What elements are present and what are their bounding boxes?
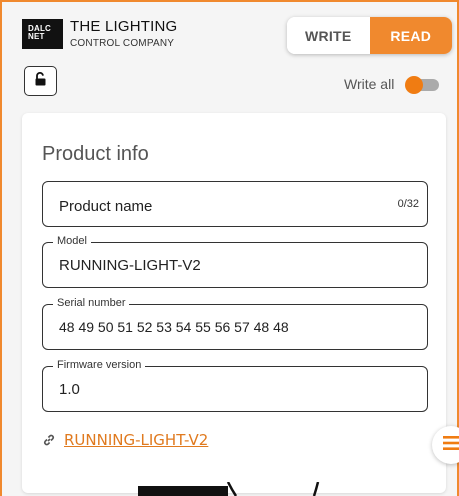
toggle-knob	[405, 76, 423, 94]
mode-switch: WRITE READ	[287, 17, 452, 54]
logo-text-bottom: NET	[28, 32, 45, 41]
link-icon	[42, 433, 56, 447]
write-mode-button[interactable]: WRITE	[287, 17, 370, 54]
menu-icon	[442, 435, 459, 456]
product-info-card: Product info Product name 0/32 Model RUN…	[22, 113, 446, 493]
brand-logo: DALC NET	[22, 19, 63, 49]
write-all-toggle[interactable]	[405, 76, 439, 94]
firmware-version-field[interactable]: Firmware version 1.0	[42, 359, 428, 412]
char-counter: 0/32	[397, 198, 419, 210]
serial-number-field[interactable]: Serial number 48 49 50 51 52 53 54 55 56…	[42, 297, 428, 350]
product-link-text[interactable]: RUNNING-LIGHT-V2	[64, 431, 208, 449]
lock-button[interactable]	[24, 66, 57, 96]
header: DALC NET THE LIGHTING CONTROL COMPANY WR…	[2, 2, 457, 56]
serial-number-value: 48 49 50 51 52 53 54 55 56 57 48 48	[59, 319, 289, 335]
product-name-placeholder: Product name	[59, 198, 153, 215]
brand-name: THE LIGHTING	[70, 18, 178, 35]
unlock-icon	[34, 71, 48, 91]
model-field[interactable]: Model RUNNING-LIGHT-V2	[42, 235, 428, 288]
device-graphic-edge	[138, 482, 320, 496]
read-mode-button[interactable]: READ	[369, 17, 452, 54]
model-label: Model	[53, 235, 91, 247]
product-link[interactable]: RUNNING-LIGHT-V2	[42, 431, 208, 449]
product-name-field[interactable]: Product name 0/32	[42, 181, 428, 227]
serial-number-label: Serial number	[53, 297, 130, 309]
card-title: Product info	[42, 143, 149, 165]
brand-tagline: CONTROL COMPANY	[70, 38, 175, 49]
firmware-version-value: 1.0	[59, 381, 80, 398]
model-value: RUNNING-LIGHT-V2	[59, 257, 201, 274]
firmware-version-label: Firmware version	[53, 359, 146, 371]
write-all-label: Write all	[344, 76, 395, 92]
